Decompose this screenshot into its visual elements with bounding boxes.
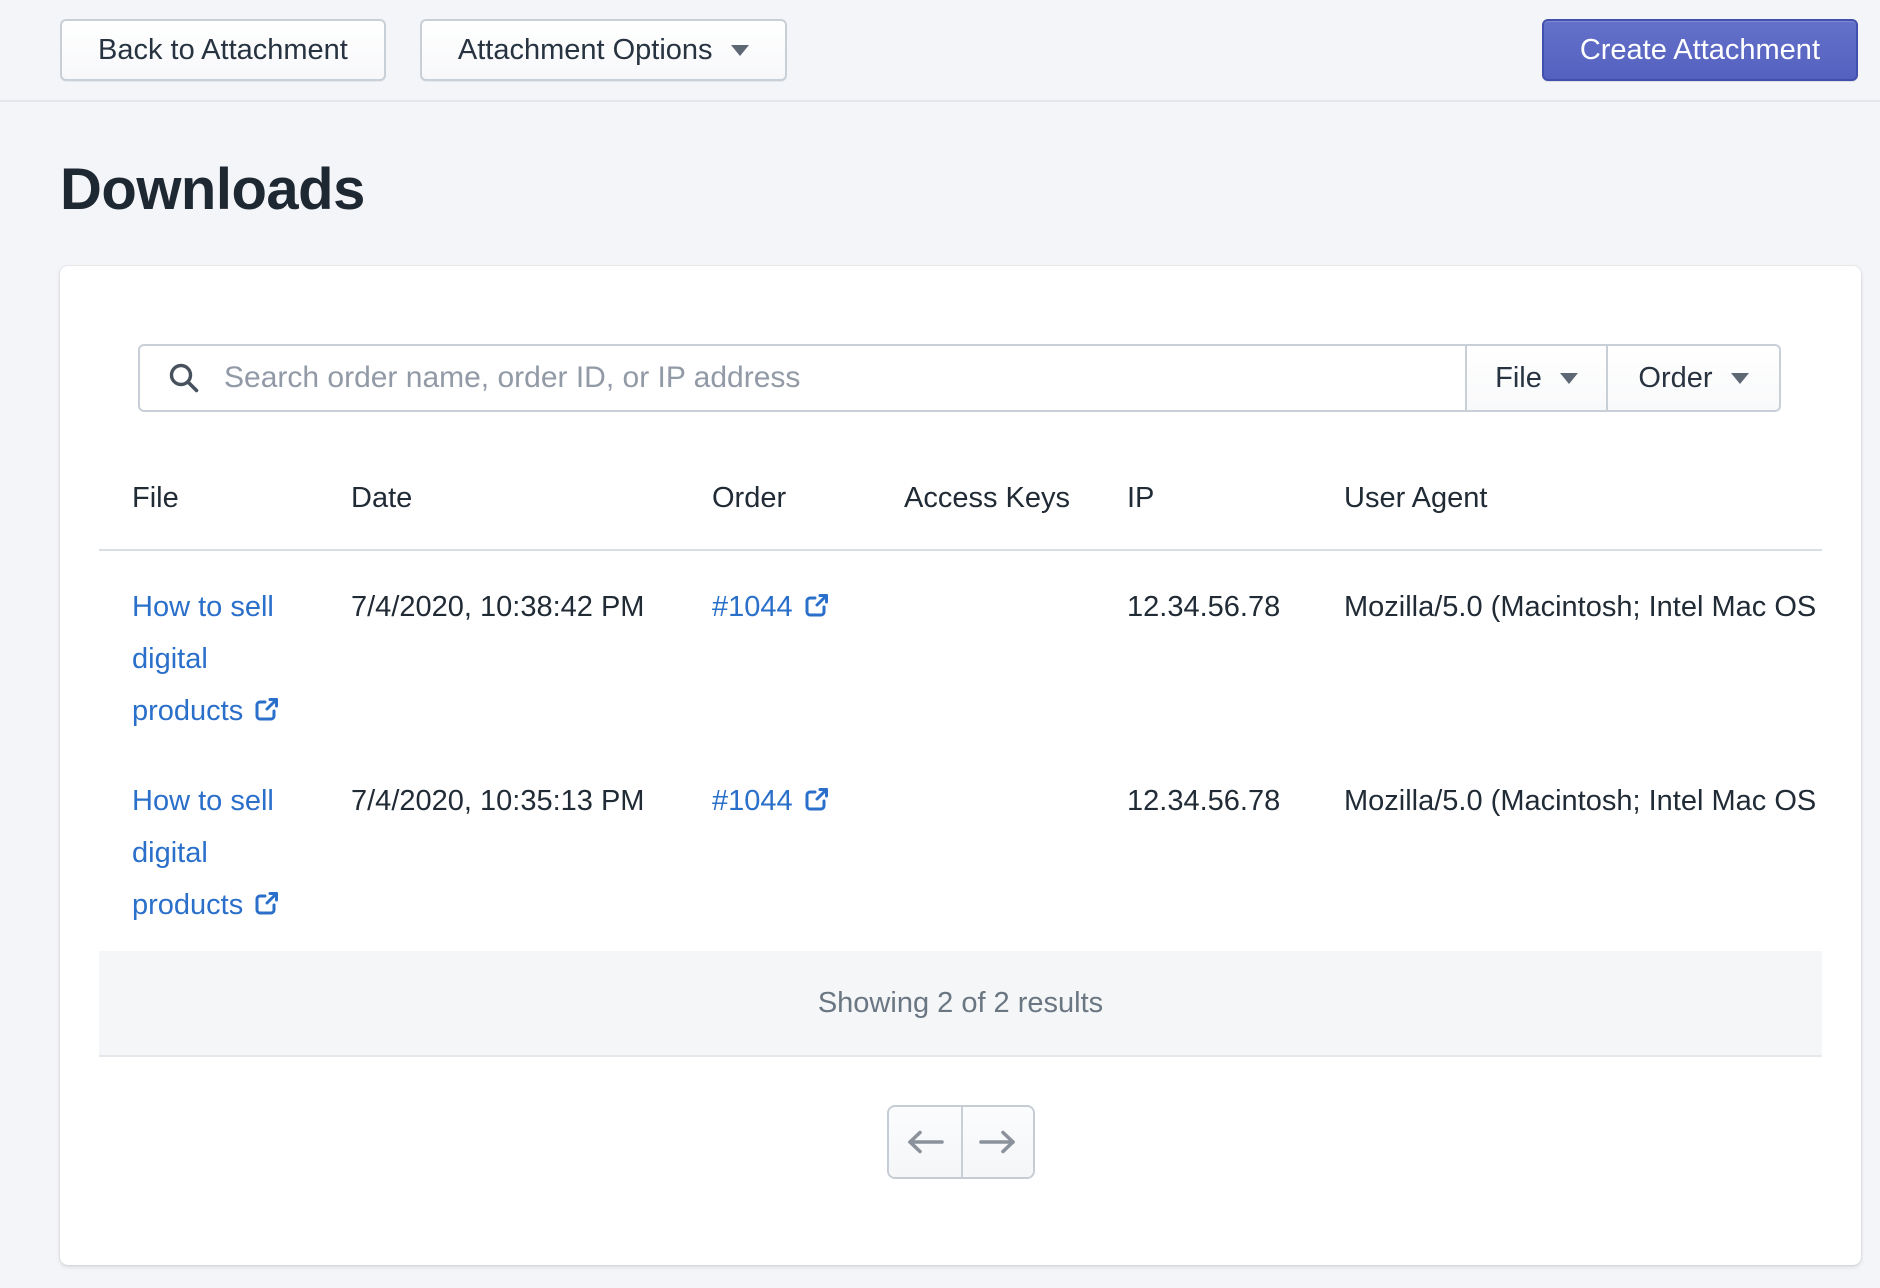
downloads-card: File Order File Date Order Access Keys I… <box>60 266 1861 1265</box>
create-attachment-label: Create Attachment <box>1579 33 1820 66</box>
table-row: How to sell digital products 7/4/2020, 1… <box>99 745 1822 939</box>
filter-row: File Order <box>60 266 1861 412</box>
order-filter-dropdown[interactable]: Order <box>1608 344 1781 412</box>
pagination <box>60 1105 1861 1179</box>
access-keys-cell <box>871 745 1094 939</box>
table-row: How to sell digital products 7/4/2020, 1… <box>99 551 1822 745</box>
order-link-label: #1044 <box>712 785 793 817</box>
pagination-button-group <box>886 1105 1035 1179</box>
search-field-wrapper <box>138 344 1467 412</box>
arrow-right-icon <box>978 1130 1015 1154</box>
previous-page-button[interactable] <box>888 1107 961 1177</box>
order-link[interactable]: #1044 <box>712 785 830 817</box>
column-header-ip: IP <box>1127 482 1155 514</box>
table-header-row: File Date Order Access Keys IP User Agen… <box>99 412 1822 551</box>
column-header-user-agent: User Agent <box>1344 482 1488 514</box>
user-agent-cell: Mozilla/5.0 (Macintosh; Intel Mac OS <box>1344 785 1817 817</box>
column-header-order: Order <box>712 482 787 514</box>
external-link-icon <box>805 788 828 811</box>
attachment-options-button[interactable]: Attachment Options <box>419 19 787 81</box>
downloads-table: File Date Order Access Keys IP User Agen… <box>99 412 1822 939</box>
results-summary-text: Showing 2 of 2 results <box>817 986 1104 1019</box>
column-header-date: Date <box>351 482 413 514</box>
attachment-options-label: Attachment Options <box>457 33 713 66</box>
file-filter-dropdown[interactable]: File <box>1467 344 1608 412</box>
column-header-file: File <box>132 482 179 514</box>
create-attachment-button[interactable]: Create Attachment <box>1541 19 1858 81</box>
external-link-icon <box>255 892 279 915</box>
file-filter-label: File <box>1495 361 1542 394</box>
file-link[interactable]: How to sell digital products <box>132 591 280 727</box>
back-to-attachment-label: Back to Attachment <box>98 33 348 66</box>
access-keys-cell <box>871 551 1094 745</box>
date-cell: 7/4/2020, 10:35:13 PM <box>351 785 645 817</box>
order-link[interactable]: #1044 <box>712 591 830 623</box>
back-to-attachment-button[interactable]: Back to Attachment <box>60 19 386 81</box>
file-link[interactable]: How to sell digital products <box>132 785 280 921</box>
arrow-left-icon <box>907 1130 944 1154</box>
file-cell: How to sell digital products <box>99 745 318 939</box>
date-cell: 7/4/2020, 10:38:42 PM <box>351 591 645 623</box>
file-cell: How to sell digital products <box>99 551 318 745</box>
user-agent-cell: Mozilla/5.0 (Macintosh; Intel Mac OS <box>1344 591 1817 623</box>
top-action-bar: Back to Attachment Attachment Options Cr… <box>0 0 1880 102</box>
search-input[interactable] <box>138 344 1467 412</box>
order-filter-label: Order <box>1638 361 1713 394</box>
order-cell: #1044 <box>679 551 871 745</box>
chevron-down-icon <box>1559 372 1578 384</box>
chevron-down-icon <box>730 44 749 56</box>
ip-cell: 12.34.56.78 <box>1127 591 1281 623</box>
ip-cell: 12.34.56.78 <box>1127 785 1281 817</box>
results-summary-band: Showing 2 of 2 results <box>99 951 1822 1057</box>
next-page-button[interactable] <box>960 1107 1033 1177</box>
order-link-label: #1044 <box>712 591 793 623</box>
column-header-access-keys: Access Keys <box>904 482 1070 514</box>
page-title: Downloads <box>60 157 365 222</box>
order-cell: #1044 <box>679 745 871 939</box>
chevron-down-icon <box>1730 372 1749 384</box>
external-link-icon <box>805 594 828 617</box>
external-link-icon <box>255 698 279 721</box>
